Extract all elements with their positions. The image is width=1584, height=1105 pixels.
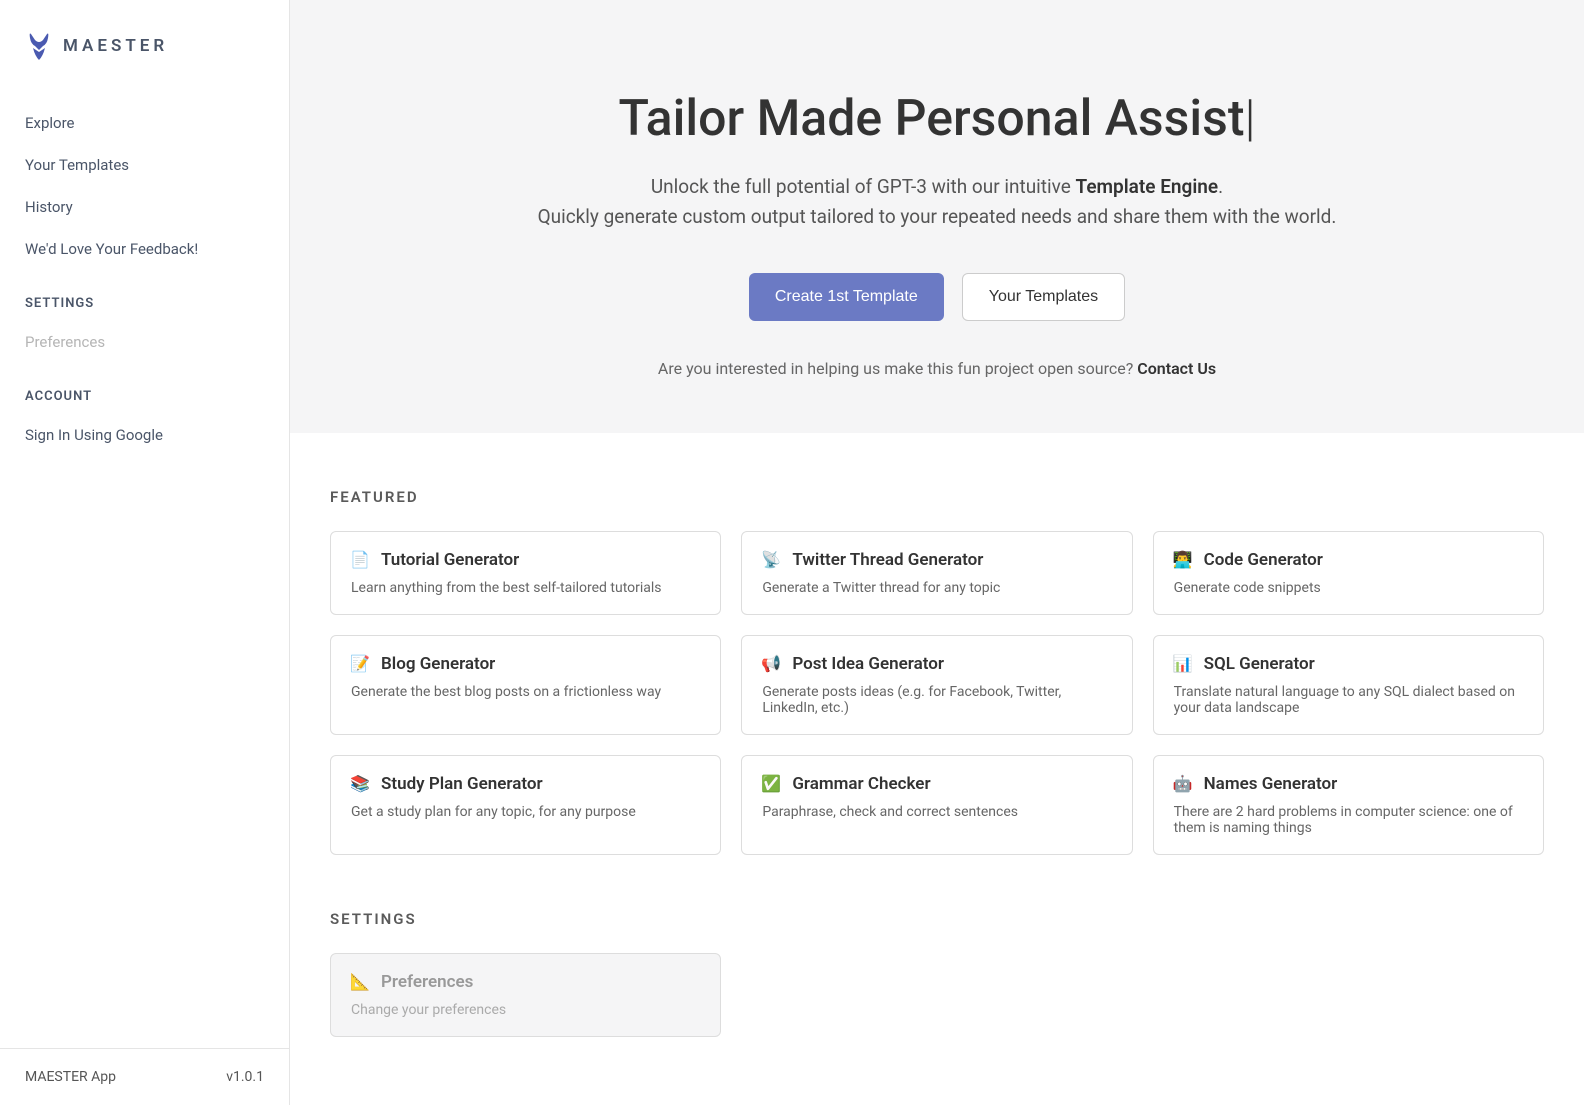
card-description: Generate the best blog posts on a fricti… [351, 684, 700, 700]
logo-icon [25, 30, 53, 62]
card-title: Code Generator [1204, 550, 1323, 570]
card-description: Translate natural language to any SQL di… [1174, 684, 1523, 716]
card-title: Tutorial Generator [381, 550, 519, 570]
satellite-icon: 📡 [762, 551, 780, 569]
sidebar-item-explore[interactable]: Explore [25, 102, 264, 144]
open-source-text: Are you interested in helping us make th… [330, 359, 1544, 378]
footer-version: v1.0.1 [226, 1069, 264, 1085]
hero-subtitle-line2: Quickly generate custom output tailored … [538, 205, 1337, 228]
hero-title-text: Tailor Made Personal Assist [618, 90, 1244, 148]
card-title: Study Plan Generator [381, 774, 543, 794]
checkmark-icon: ✅ [762, 775, 780, 793]
card-description: Get a study plan for any topic, for any … [351, 804, 700, 820]
card-description: Generate a Twitter thread for any topic [762, 580, 1111, 596]
robot-icon: 🤖 [1174, 775, 1192, 793]
card-description: Learn anything from the best self-tailor… [351, 580, 700, 596]
hero-subtitle: Unlock the full potential of GPT-3 with … [487, 172, 1387, 233]
footer-app-name: MAESTER App [25, 1069, 116, 1085]
memo-icon: 📝 [351, 655, 369, 673]
sidebar-item-feedback[interactable]: We'd Love Your Feedback! [25, 228, 264, 270]
settings-section-title: SETTINGS [330, 910, 1544, 928]
chart-icon: 📊 [1174, 655, 1192, 673]
card-description: Generate posts ideas (e.g. for Facebook,… [762, 684, 1111, 716]
card-tutorial-generator[interactable]: 📄 Tutorial Generator Learn anything from… [330, 531, 721, 615]
card-title: Blog Generator [381, 654, 495, 674]
hero-subtitle-strong: Template Engine [1076, 175, 1219, 198]
card-post-idea-generator[interactable]: 📢 Post Idea Generator Generate posts ide… [741, 635, 1132, 735]
card-description: Paraphrase, check and correct sentences [762, 804, 1111, 820]
brand-name: MAESTER [63, 36, 168, 56]
open-source-prefix: Are you interested in helping us make th… [658, 359, 1137, 378]
card-title: Names Generator [1204, 774, 1338, 794]
card-description: Generate code snippets [1174, 580, 1523, 596]
card-description: Change your preferences [351, 1002, 700, 1018]
card-title: Preferences [381, 972, 473, 992]
books-icon: 📚 [351, 775, 369, 793]
ruler-icon: 📐 [351, 973, 369, 991]
sidebar: MAESTER Explore Your Templates History W… [0, 0, 290, 1105]
logo-area[interactable]: MAESTER [0, 0, 289, 102]
hero-subtitle-prefix: Unlock the full potential of GPT-3 with … [651, 175, 1076, 198]
main-content: Tailor Made Personal Assist| Unlock the … [290, 0, 1584, 1105]
main-nav: Explore Your Templates History We'd Love… [0, 102, 289, 456]
card-title: Grammar Checker [792, 774, 930, 794]
create-template-button[interactable]: Create 1st Template [749, 273, 944, 321]
featured-title: FEATURED [330, 488, 1544, 506]
document-icon: 📄 [351, 551, 369, 569]
card-study-plan-generator[interactable]: 📚 Study Plan Generator Get a study plan … [330, 755, 721, 855]
card-blog-generator[interactable]: 📝 Blog Generator Generate the best blog … [330, 635, 721, 735]
card-description: There are 2 hard problems in computer sc… [1174, 804, 1523, 836]
settings-grid: 📐 Preferences Change your preferences [330, 953, 1544, 1037]
sidebar-item-sign-in[interactable]: Sign In Using Google [25, 414, 264, 456]
hero-title: Tailor Made Personal Assist| [330, 90, 1544, 148]
card-twitter-thread-generator[interactable]: 📡 Twitter Thread Generator Generate a Tw… [741, 531, 1132, 615]
settings-section: SETTINGS 📐 Preferences Change your prefe… [290, 910, 1584, 1077]
sidebar-item-preferences[interactable]: Preferences [25, 321, 264, 363]
card-sql-generator[interactable]: 📊 SQL Generator Translate natural langua… [1153, 635, 1544, 735]
developer-icon: 👨‍💻 [1174, 551, 1192, 569]
account-header: ACCOUNT [25, 363, 264, 414]
card-preferences: 📐 Preferences Change your preferences [330, 953, 721, 1037]
megaphone-icon: 📢 [762, 655, 780, 673]
typing-cursor: | [1244, 90, 1255, 148]
card-code-generator[interactable]: 👨‍💻 Code Generator Generate code snippet… [1153, 531, 1544, 615]
sidebar-item-history[interactable]: History [25, 186, 264, 228]
card-title: SQL Generator [1204, 654, 1315, 674]
your-templates-button[interactable]: Your Templates [962, 273, 1125, 321]
card-grammar-checker[interactable]: ✅ Grammar Checker Paraphrase, check and … [741, 755, 1132, 855]
hero-section: Tailor Made Personal Assist| Unlock the … [290, 0, 1584, 433]
sidebar-item-your-templates[interactable]: Your Templates [25, 144, 264, 186]
contact-us-link[interactable]: Contact Us [1137, 359, 1216, 378]
card-names-generator[interactable]: 🤖 Names Generator There are 2 hard probl… [1153, 755, 1544, 855]
sidebar-footer: MAESTER App v1.0.1 [0, 1048, 289, 1105]
featured-section: FEATURED 📄 Tutorial Generator Learn anyt… [290, 433, 1584, 910]
card-title: Twitter Thread Generator [792, 550, 983, 570]
card-title: Post Idea Generator [792, 654, 944, 674]
settings-header: SETTINGS [25, 270, 264, 321]
hero-button-row: Create 1st Template Your Templates [330, 273, 1544, 321]
featured-grid: 📄 Tutorial Generator Learn anything from… [330, 531, 1544, 855]
